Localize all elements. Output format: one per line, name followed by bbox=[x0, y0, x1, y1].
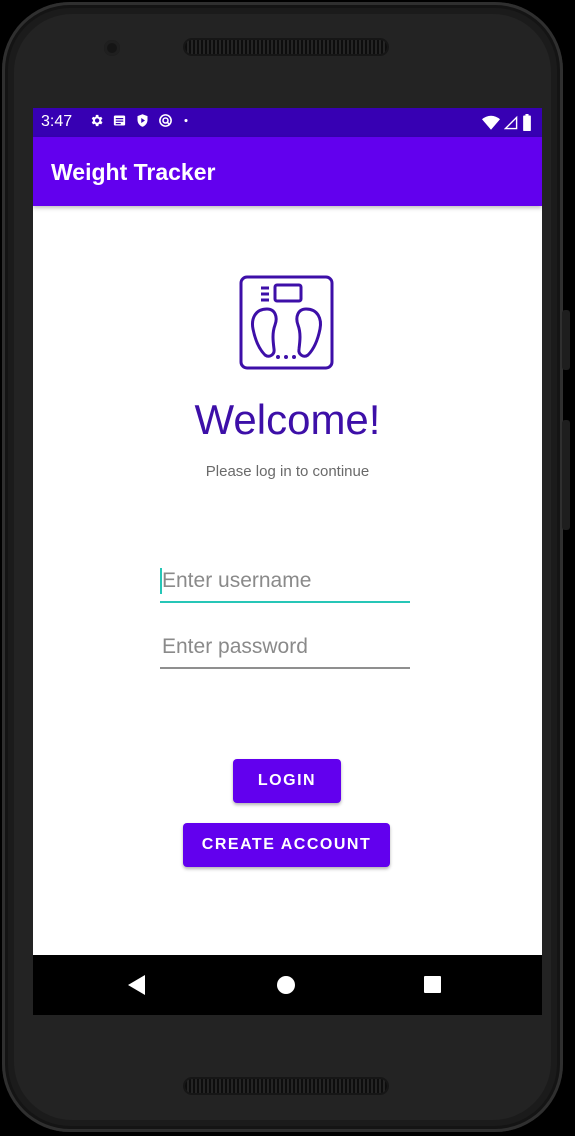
front-camera bbox=[104, 40, 120, 56]
password-underline bbox=[160, 667, 410, 669]
app-title: Weight Tracker bbox=[51, 159, 216, 185]
welcome-heading: Welcome! bbox=[194, 396, 381, 443]
message-icon bbox=[113, 115, 126, 126]
signal-icon bbox=[504, 115, 518, 129]
screen: 3:47 Weight Tracker Welcome! Please log … bbox=[33, 108, 542, 1015]
status-system-icons bbox=[482, 114, 532, 131]
bottom-speaker bbox=[185, 1079, 387, 1093]
gear-icon bbox=[91, 114, 103, 127]
back-icon[interactable] bbox=[128, 975, 145, 995]
app-bar: Weight Tracker bbox=[33, 137, 542, 206]
scale-icon bbox=[239, 275, 334, 370]
login-subtitle: Please log in to continue bbox=[205, 463, 370, 480]
earpiece-speaker bbox=[185, 40, 387, 54]
battery-icon bbox=[523, 114, 531, 131]
home-icon[interactable] bbox=[277, 976, 295, 994]
shield-icon bbox=[137, 114, 148, 127]
volume-button bbox=[562, 310, 570, 370]
password-input[interactable] bbox=[160, 629, 410, 665]
username-input[interactable] bbox=[160, 563, 410, 599]
power-button bbox=[562, 420, 570, 530]
password-field-container bbox=[160, 629, 410, 669]
sync-icon bbox=[159, 114, 172, 127]
status-time: 3:47 bbox=[41, 113, 73, 130]
status-notification-icons bbox=[89, 113, 191, 128]
create-account-button[interactable]: CREATE ACCOUNT bbox=[183, 823, 390, 867]
wifi-icon bbox=[482, 115, 500, 130]
phone-frame: 3:47 Weight Tracker Welcome! Please log … bbox=[0, 0, 575, 1136]
username-underline bbox=[160, 601, 410, 603]
status-bar: 3:47 bbox=[33, 108, 542, 137]
dot-icon bbox=[184, 118, 188, 123]
recents-icon[interactable] bbox=[424, 976, 441, 993]
text-cursor bbox=[160, 568, 162, 594]
username-field-container bbox=[160, 563, 410, 603]
navigation-bar bbox=[33, 955, 542, 1015]
login-button[interactable]: LOGIN bbox=[233, 759, 341, 803]
